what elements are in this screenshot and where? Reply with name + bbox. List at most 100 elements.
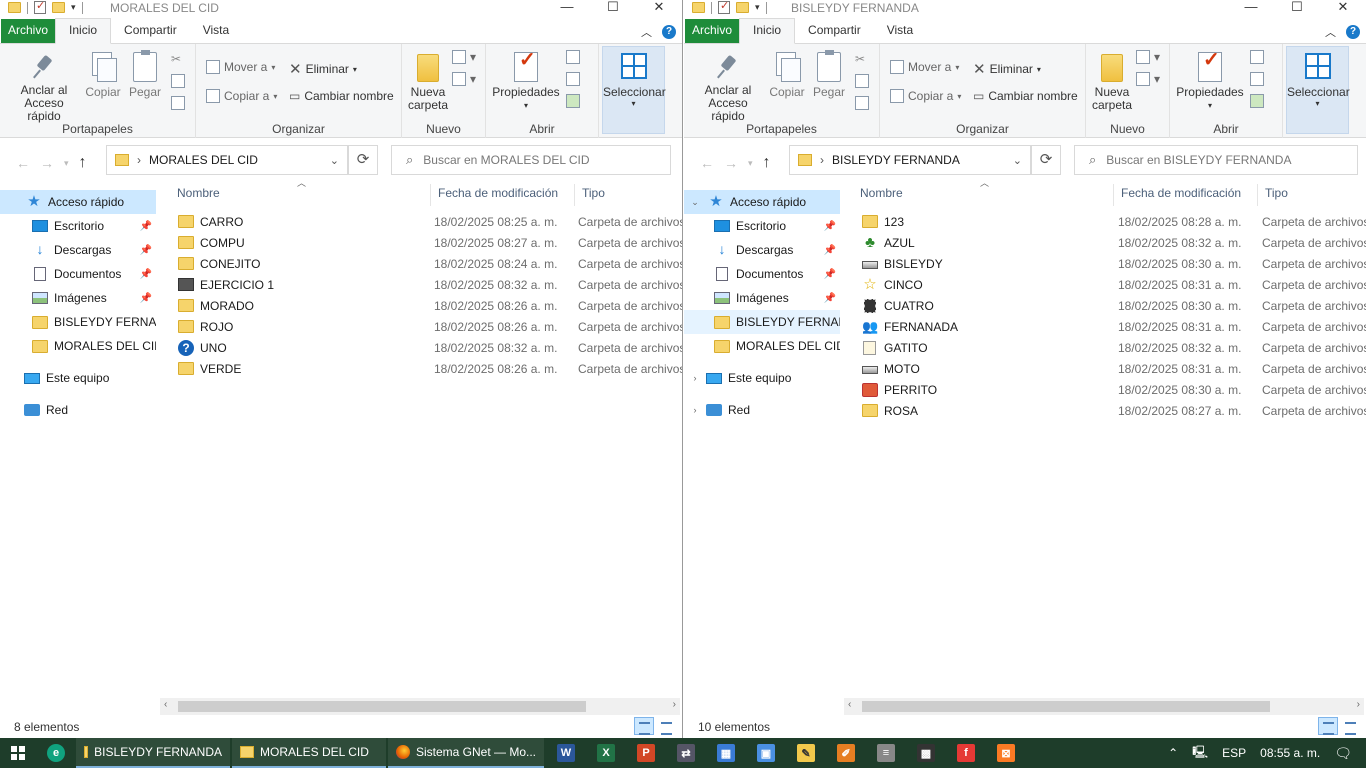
powerpoint-icon[interactable]: P	[626, 738, 666, 768]
nav-bisleydy[interactable]: BISLEYDY FERNANDA	[0, 310, 156, 334]
easy-access-icon[interactable]: ▾	[452, 72, 476, 86]
list-item[interactable]: VERDE 18/02/2025 08:26 a. m. Carpeta de ar…	[178, 358, 682, 379]
grid-app-icon[interactable]: ▩	[906, 738, 946, 768]
scroll-left-icon[interactable]: ‹	[848, 699, 851, 710]
select-button[interactable]: Seleccionar ▾	[602, 46, 666, 134]
forward-arrow-icon[interactable]: →	[724, 155, 738, 171]
chevron-right-icon[interactable]: ›	[688, 373, 702, 383]
details-view-icon[interactable]	[1318, 717, 1338, 735]
list-item[interactable]: ♣ AZUL 18/02/2025 08:32 a. m. Carpeta de ar…	[862, 232, 1366, 253]
nav-quick-access[interactable]: ⌄ ★ Acceso rápido	[684, 190, 840, 214]
list-item[interactable]: BISLEYDY 18/02/2025 08:30 a. m. Carpeta de…	[862, 253, 1366, 274]
nav-this-pc[interactable]: › Este equipo	[684, 366, 840, 390]
app-icon-1[interactable]: ▦	[706, 738, 746, 768]
up-arrow-icon[interactable]: ↑	[763, 154, 771, 172]
nav-downloads[interactable]: ↓ Descargas 📌	[0, 238, 156, 262]
cut-icon[interactable]: ✂	[855, 52, 865, 66]
new-folder-icon[interactable]	[52, 2, 65, 13]
list-item[interactable]: 👥 FERNANADA 18/02/2025 08:31 a. m. Carpeta …	[862, 316, 1366, 337]
nav-morales[interactable]: MORALES DEL CID	[684, 334, 840, 358]
back-arrow-icon[interactable]: ←	[700, 155, 714, 171]
rename-button[interactable]: ▭ Cambiar nombre	[289, 89, 394, 103]
address-bar[interactable]: › MORALES DEL CID ⌄	[106, 145, 348, 175]
column-type[interactable]: Tipo	[1265, 186, 1288, 204]
column-date[interactable]: Fecha de modificación	[438, 186, 558, 204]
list-item[interactable]: CUATRO 18/02/2025 08:30 a. m. Carpeta de a…	[862, 295, 1366, 316]
nav-images[interactable]: Imágenes 📌	[684, 286, 840, 310]
nav-network[interactable]: › Red	[684, 398, 840, 422]
nav-desktop[interactable]: Escritorio 📌	[684, 214, 840, 238]
search-input[interactable]: ⌕ Buscar en MORALES DEL CID	[391, 145, 671, 175]
copy-button[interactable]: Copiar	[84, 52, 122, 99]
tab-share[interactable]: Compartir	[795, 19, 874, 43]
address-bar[interactable]: › BISLEYDY FERNANDA ⌄	[789, 145, 1031, 175]
list-item[interactable]: ? UNO 18/02/2025 08:32 a. m. Carpeta de arc…	[178, 337, 682, 358]
edit-icon[interactable]	[566, 72, 580, 86]
list-item[interactable]: 123 18/02/2025 08:28 a. m. Carpeta de arch…	[862, 211, 1366, 232]
customize-dropdown-icon[interactable]: ▾	[755, 2, 760, 13]
help-icon[interactable]: ?	[1346, 25, 1360, 39]
up-arrow-icon[interactable]: ↑	[79, 154, 87, 172]
language-indicator[interactable]: ESP	[1222, 746, 1246, 760]
tab-home[interactable]: Inicio	[55, 18, 112, 44]
cut-icon[interactable]: ✂	[171, 52, 181, 66]
nav-quick-access[interactable]: ★ Acceso rápido	[0, 190, 156, 214]
horizontal-scrollbar[interactable]: ‹ ›	[160, 698, 680, 715]
chevron-down-icon[interactable]: ⌄	[1013, 154, 1022, 167]
ribbon-collapse-icon[interactable]: ︿	[641, 24, 652, 40]
column-name[interactable]: Nombre	[860, 186, 903, 204]
notifications-icon[interactable]: 🗨	[1334, 745, 1352, 762]
nav-network[interactable]: Red	[0, 398, 156, 422]
history-icon[interactable]	[566, 94, 580, 108]
xampp-icon[interactable]: ⊠	[986, 738, 1026, 768]
taskbar-app-firefox[interactable]: Sistema GNet — Mo...	[388, 738, 544, 768]
edge-icon[interactable]: e	[36, 738, 76, 768]
column-type[interactable]: Tipo	[582, 186, 605, 204]
select-button[interactable]: Seleccionar ▾	[1286, 46, 1350, 134]
list-item[interactable]: CONEJITO 18/02/2025 08:24 a. m. Carpeta de…	[178, 253, 682, 274]
nav-desktop[interactable]: Escritorio 📌	[0, 214, 156, 238]
recent-dropdown-icon[interactable]: ▾	[64, 158, 69, 169]
move-to-button[interactable]: Mover a ▾	[206, 60, 275, 74]
ribbon-collapse-icon[interactable]: ︿	[1325, 24, 1336, 40]
new-folder-icon[interactable]	[736, 2, 749, 13]
list-item[interactable]: CARRO 18/02/2025 08:25 a. m. Carpeta de ar…	[178, 211, 682, 232]
search-input[interactable]: ⌕ Buscar en BISLEYDY FERNANDA	[1074, 145, 1358, 175]
nav-morales[interactable]: MORALES DEL CID	[0, 334, 156, 358]
nav-documents[interactable]: Documentos 📌	[0, 262, 156, 286]
scroll-right-icon[interactable]: ›	[1357, 699, 1360, 710]
app-icon-2[interactable]: ▣	[746, 738, 786, 768]
delete-button[interactable]: ✕ Eliminar ▾	[973, 60, 1041, 78]
refresh-button[interactable]: ⟳	[348, 145, 378, 175]
tab-share[interactable]: Compartir	[111, 19, 190, 43]
minimize-button[interactable]: —	[544, 0, 590, 16]
properties-icon[interactable]	[718, 0, 730, 14]
properties-button[interactable]: Propiedades ▾	[490, 52, 562, 112]
tab-view[interactable]: Vista	[190, 19, 242, 43]
list-item[interactable]: ROSA 18/02/2025 08:27 a. m. Carpeta de arc…	[862, 400, 1366, 421]
maximize-button[interactable]: ☐	[590, 0, 636, 16]
list-item[interactable]: COMPU 18/02/2025 08:27 a. m. Carpeta de ar…	[178, 232, 682, 253]
easy-access-icon[interactable]: ▾	[1136, 72, 1160, 86]
excel-icon[interactable]: X	[586, 738, 626, 768]
chevron-down-icon[interactable]: ⌄	[330, 154, 339, 167]
network-tool-icon[interactable]: ⇄	[666, 738, 706, 768]
back-arrow-icon[interactable]: ←	[16, 155, 30, 171]
taskbar-app-bisleydy[interactable]: BISLEYDY FERNANDA	[76, 738, 230, 768]
pin-quick-access-button[interactable]: Anclar al Acceso rápido	[690, 54, 766, 123]
close-button[interactable]: ✕	[1320, 0, 1366, 16]
chevron-right-icon[interactable]: ›	[688, 405, 702, 415]
nav-documents[interactable]: Documentos 📌	[684, 262, 840, 286]
scroll-right-icon[interactable]: ›	[673, 699, 676, 710]
forward-arrow-icon[interactable]: →	[40, 155, 54, 171]
horizontal-scrollbar[interactable]: ‹ ›	[844, 698, 1364, 715]
list-item[interactable]: PERRITO 18/02/2025 08:30 a. m. Carpeta de …	[862, 379, 1366, 400]
taskbar-app-morales[interactable]: MORALES DEL CID	[232, 738, 386, 768]
delete-button[interactable]: ✕ Eliminar ▾	[289, 60, 357, 78]
scrollbar-thumb[interactable]	[862, 701, 1270, 712]
nav-downloads[interactable]: ↓ Descargas 📌	[684, 238, 840, 262]
list-item[interactable]: GATITO 18/02/2025 08:32 a. m. Carpeta de a…	[862, 337, 1366, 358]
tab-file[interactable]: Archivo	[1, 19, 56, 43]
copy-button[interactable]: Copiar	[768, 52, 806, 99]
foxit-icon[interactable]: f	[946, 738, 986, 768]
